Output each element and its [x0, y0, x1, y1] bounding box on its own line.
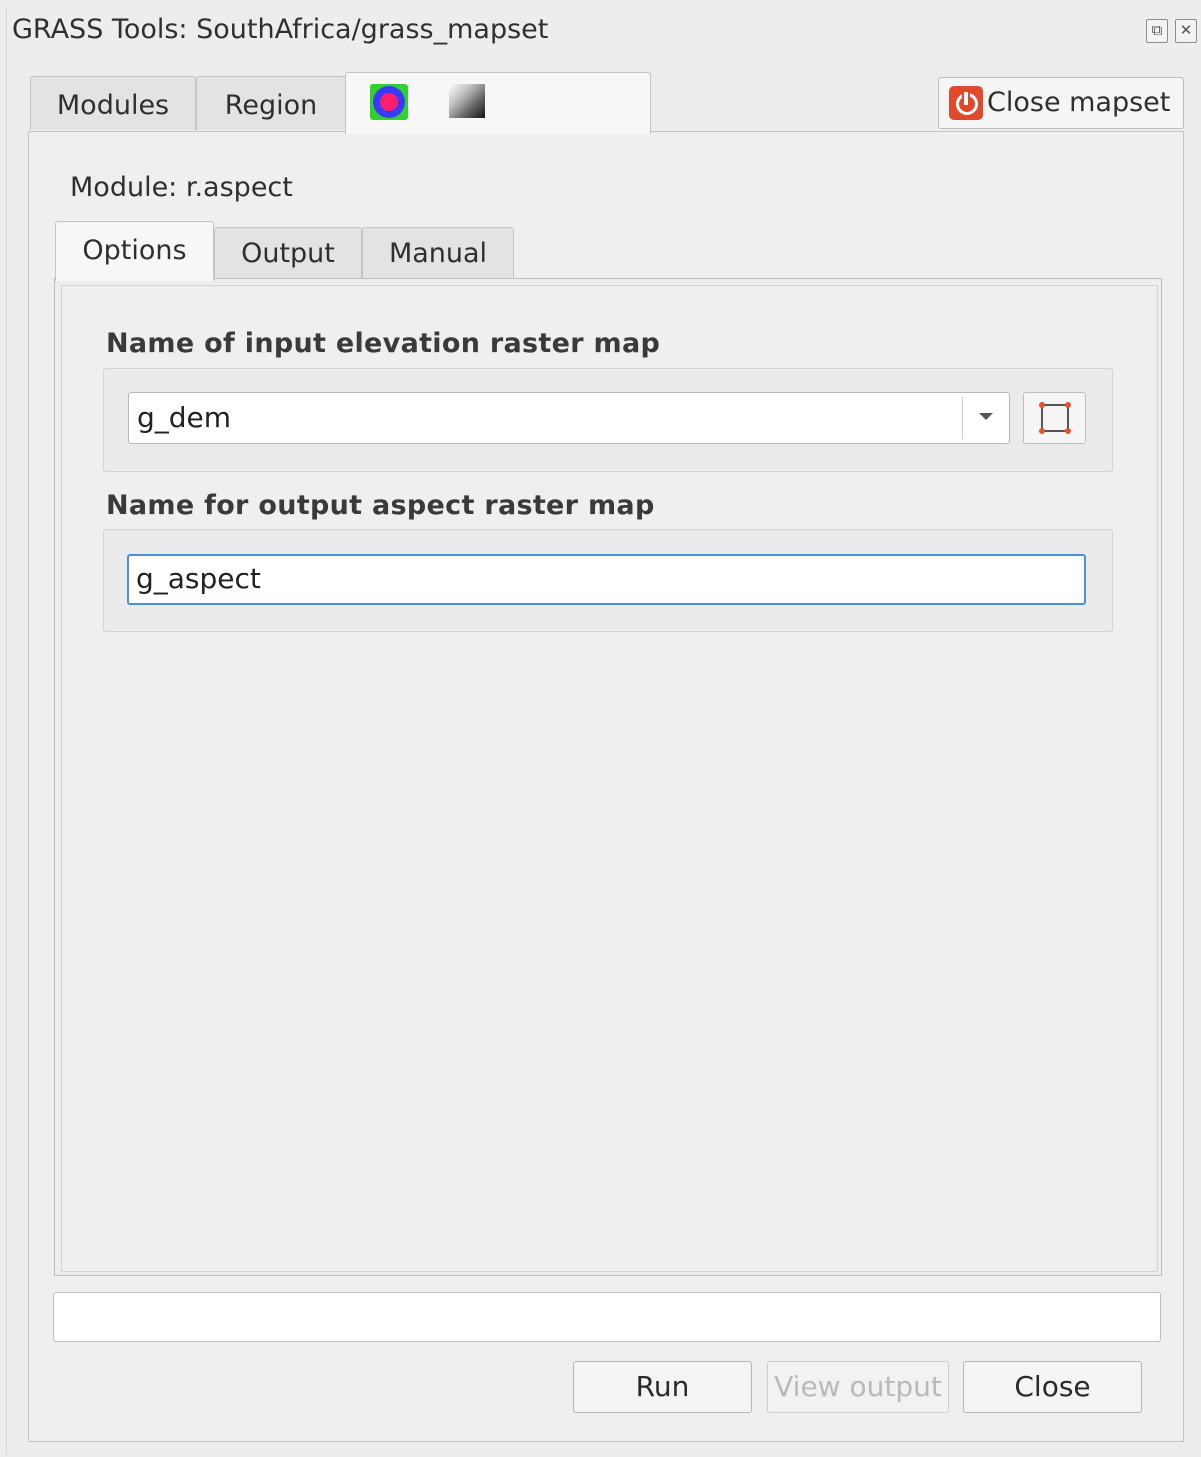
tab-manual[interactable]: Manual [362, 227, 514, 279]
tab-options[interactable]: Options [55, 221, 214, 281]
chevron-down-icon[interactable] [979, 413, 993, 420]
view-output-button[interactable]: View output [767, 1361, 949, 1413]
float-icon[interactable]: ⧉ [1146, 19, 1168, 43]
output-map-value: g_aspect [136, 562, 261, 595]
output-map-field[interactable]: g_aspect [127, 554, 1086, 605]
status-field [53, 1292, 1161, 1342]
tab-region-label: Region [224, 90, 318, 121]
close-icon[interactable]: ✕ [1175, 19, 1197, 43]
view-output-label: View output [774, 1370, 942, 1403]
close-button[interactable]: Close [963, 1361, 1142, 1413]
close-button-label: Close [1014, 1370, 1091, 1403]
select-extent-button[interactable] [1023, 392, 1086, 444]
tab-output[interactable]: Output [214, 227, 362, 279]
input-map-combo[interactable]: g_dem [128, 392, 1010, 444]
window-title: GRASS Tools: SouthAfrica/grass_mapset [12, 14, 549, 45]
raster-gradient-icon [449, 84, 485, 118]
combo-separator [962, 397, 963, 439]
tab-output-label: Output [241, 238, 335, 269]
tab-options-label: Options [82, 235, 187, 266]
raster-color-icon [370, 84, 408, 120]
run-button[interactable]: Run [573, 1361, 752, 1413]
run-button-label: Run [635, 1370, 690, 1403]
tab-modules[interactable]: Modules [30, 76, 196, 130]
module-name: Module: r.aspect [70, 172, 293, 203]
output-map-label: Name for output aspect raster map [106, 490, 655, 521]
close-mapset-button[interactable]: Close mapset [938, 77, 1184, 129]
tab-manual-label: Manual [388, 238, 488, 269]
close-mapset-label: Close mapset [987, 87, 1171, 118]
input-map-value: g_dem [137, 401, 232, 434]
tab-region[interactable]: Region [196, 76, 346, 130]
select-extent-icon [1039, 402, 1071, 434]
input-map-label: Name of input elevation raster map [106, 328, 661, 359]
tab-modules-label: Modules [56, 90, 170, 121]
power-icon [949, 86, 983, 120]
